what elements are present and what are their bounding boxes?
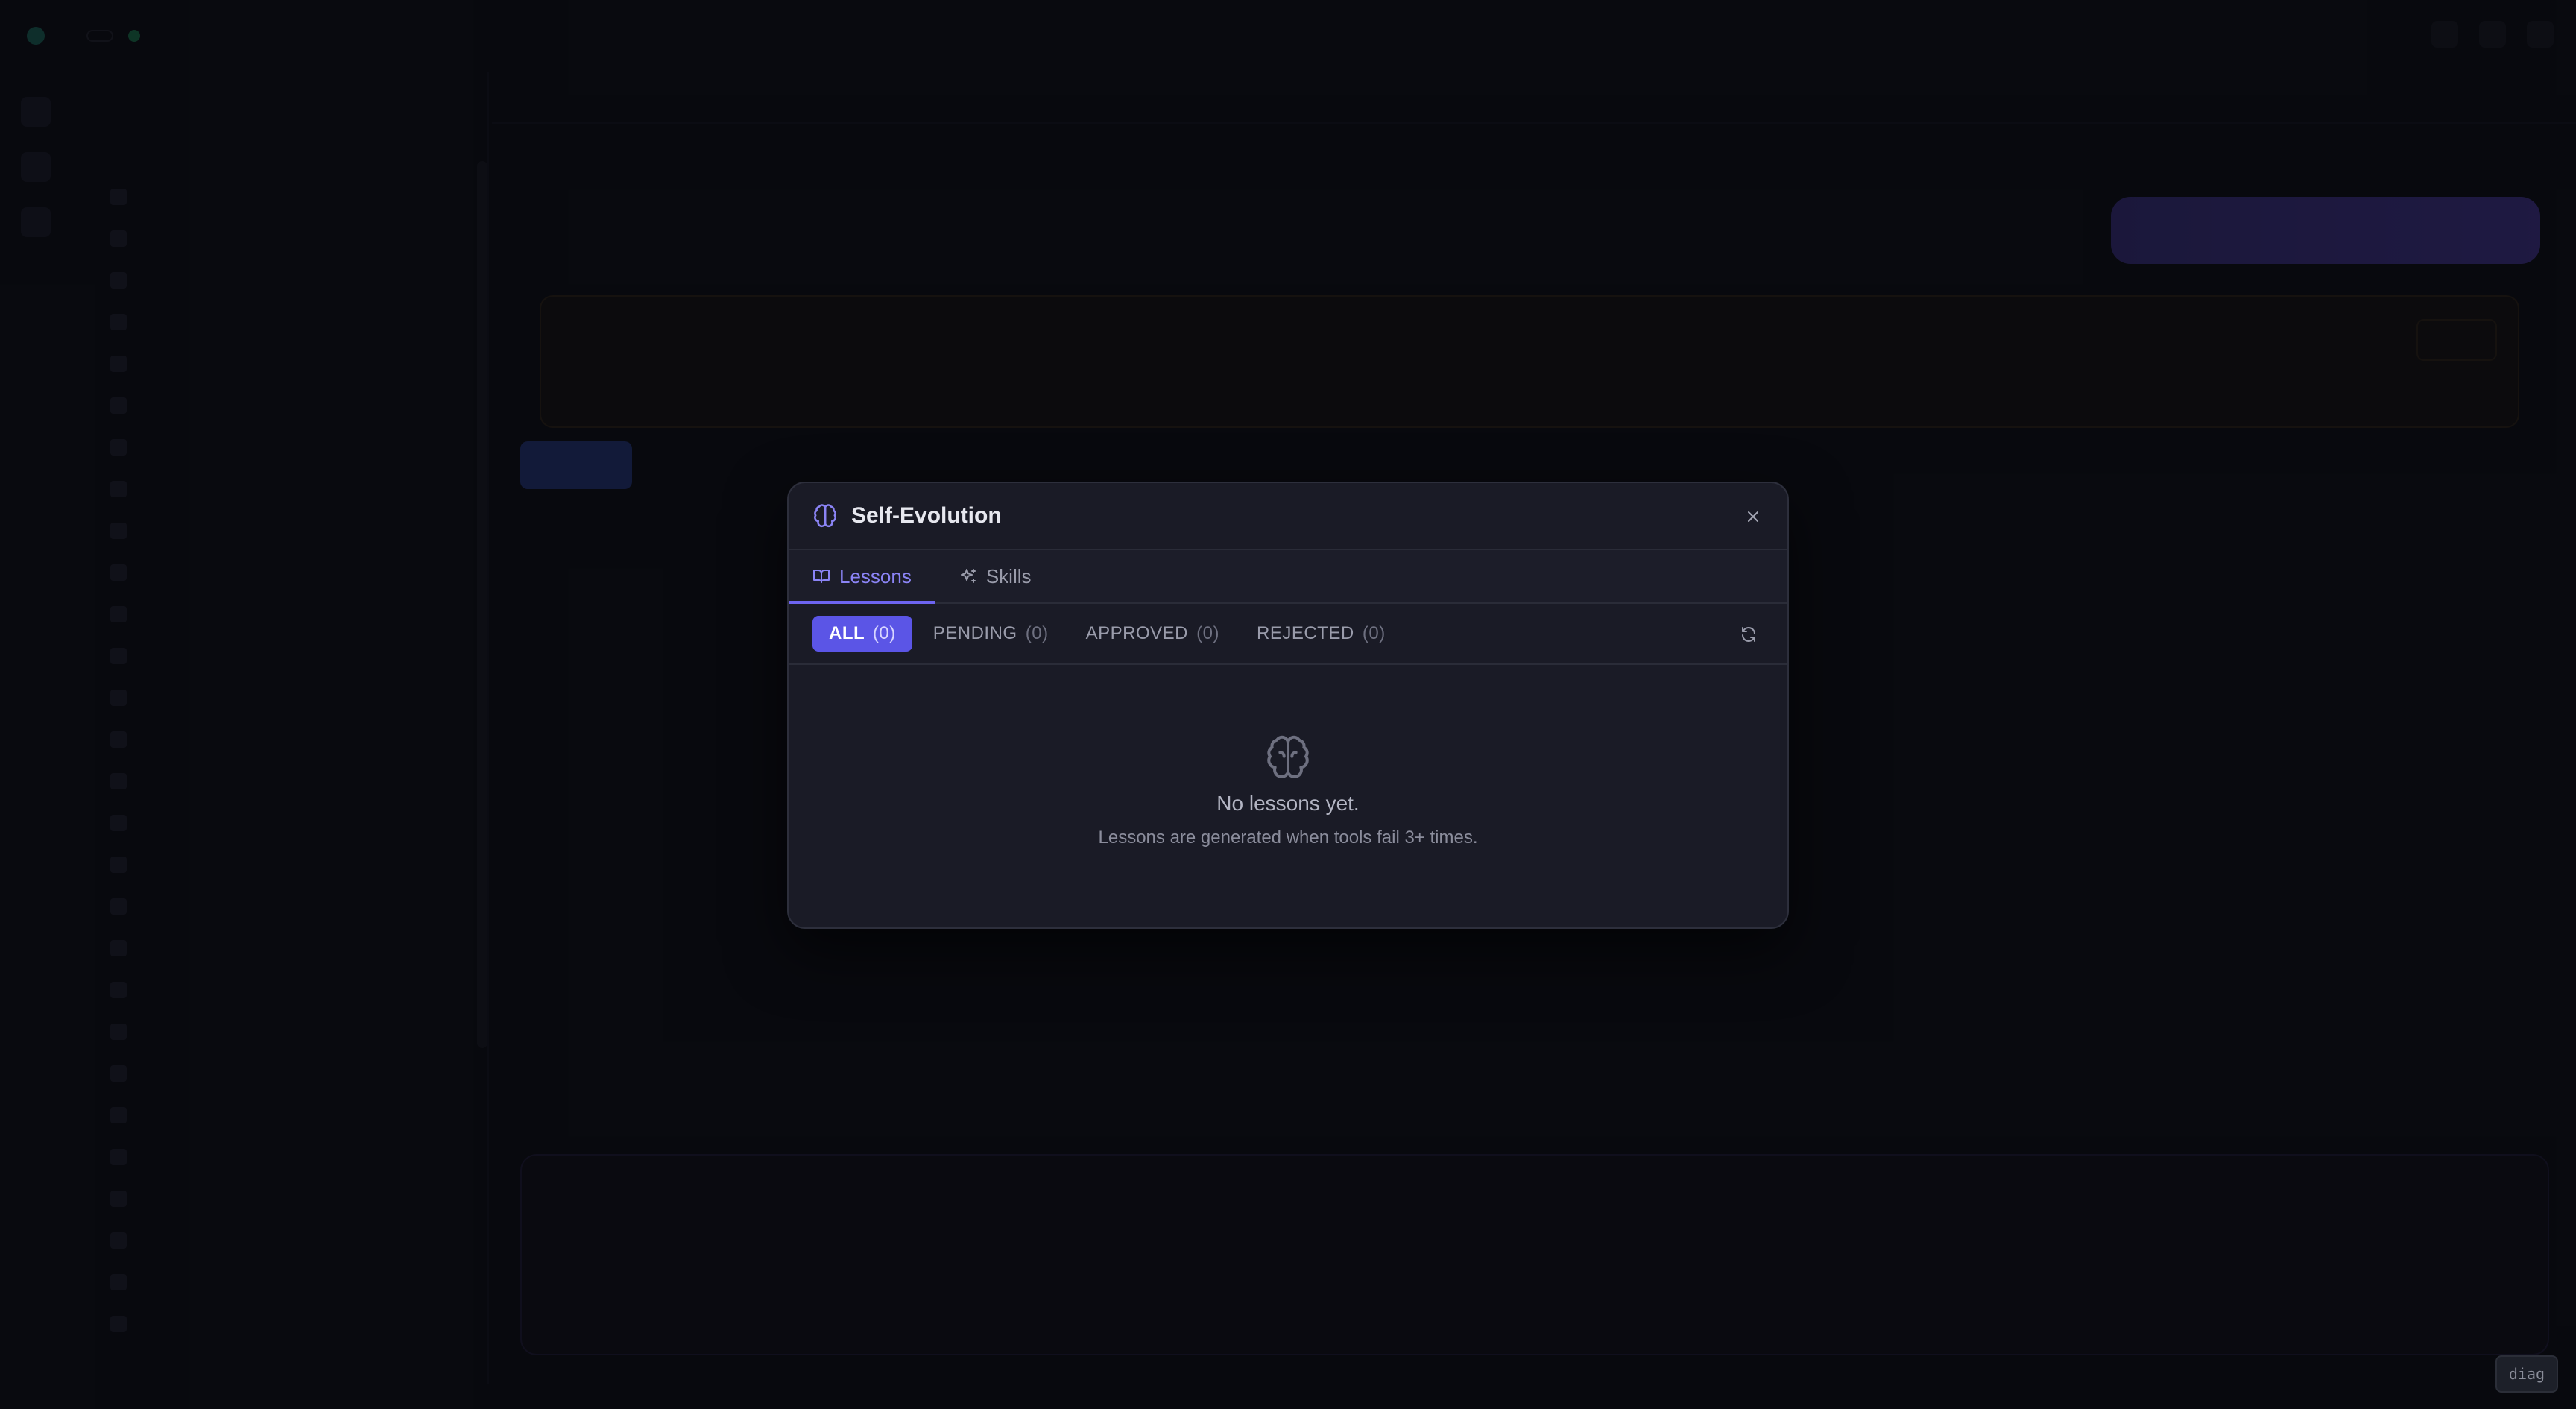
empty-state: No lessons yet. Lessons are generated wh…: [789, 734, 1787, 848]
filter-label: REJECTED: [1257, 623, 1354, 643]
filter-label: ALL: [829, 623, 865, 643]
dialog-header: Self-Evolution: [789, 483, 1787, 550]
empty-state-title: No lessons yet.: [1216, 792, 1360, 815]
refresh-button[interactable]: [1737, 622, 1761, 646]
refresh-icon: [1742, 627, 1755, 642]
filter-rejected[interactable]: REJECTED (0): [1240, 616, 1402, 652]
filter-count: (0): [872, 623, 896, 643]
filter-count: (0): [1362, 623, 1386, 643]
tab-skills[interactable]: Skills: [935, 550, 1055, 602]
filter-label: PENDING: [932, 623, 1017, 643]
tab-lessons-label: Lessons: [839, 564, 912, 587]
sparkles-icon: [960, 569, 976, 583]
tab-skills-label: Skills: [985, 564, 1032, 587]
filter-all[interactable]: ALL (0): [812, 616, 912, 652]
close-button[interactable]: [1740, 503, 1767, 530]
brain-icon: [814, 504, 836, 528]
filter-approved[interactable]: APPROVED (0): [1070, 616, 1236, 652]
tab-lessons[interactable]: Lessons: [789, 550, 935, 604]
book-icon: [813, 570, 830, 583]
close-icon: [1748, 511, 1758, 522]
filter-pending[interactable]: PENDING (0): [917, 616, 1065, 652]
filter-count: (0): [1196, 623, 1219, 643]
dialog-title: Self-Evolution: [851, 503, 1002, 528]
filter-label: APPROVED: [1085, 623, 1188, 643]
brain-icon: [1267, 735, 1309, 778]
empty-state-subtitle: Lessons are generated when tools fail 3+…: [1098, 828, 1478, 848]
self-evolution-dialog: Self-Evolution Lessons Skills ALL (0) PE…: [787, 482, 1789, 929]
status-filter-bar: ALL (0) PENDING (0) APPROVED (0) REJECTE…: [789, 604, 1787, 665]
filter-count: (0): [1025, 623, 1049, 643]
dialog-tabs: Lessons Skills: [789, 550, 1787, 604]
diag-button[interactable]: diag: [2496, 1355, 2558, 1393]
